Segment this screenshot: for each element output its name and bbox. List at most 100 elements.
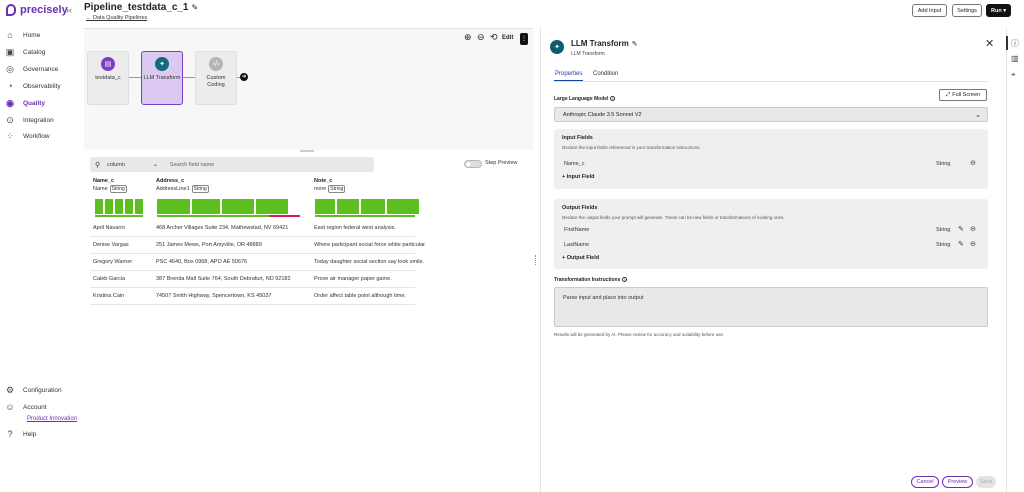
info-icon[interactable]: i: [622, 277, 628, 282]
run-button[interactable]: Run ▾: [986, 4, 1011, 17]
add-input-field-button[interactable]: + Input Field: [562, 174, 595, 180]
name-profile-bars[interactable]: [95, 199, 143, 216]
cell-name: Denise Vargas: [93, 242, 129, 248]
profile-bar[interactable]: [192, 199, 220, 214]
nav-item-help[interactable]: ? Help: [5, 429, 36, 439]
zoom-out-icon[interactable]: ⊖: [477, 32, 485, 43]
product-innovation-link[interactable]: Product Innovation: [27, 416, 77, 422]
nav-item-observability[interactable]: ◔ Observability: [5, 81, 60, 91]
edit-label[interactable]: Edit: [502, 35, 513, 41]
column-header[interactable]: Address_c: [156, 178, 184, 184]
node-custom-coding[interactable]: ‹/› Custom Coding: [195, 51, 237, 105]
profile-bar[interactable]: [387, 199, 419, 214]
add-step-icon[interactable]: ➜: [240, 73, 248, 81]
info-icon[interactable]: i: [610, 96, 616, 101]
profile-bar[interactable]: [105, 199, 113, 214]
profile-bar[interactable]: [157, 199, 190, 214]
close-icon[interactable]: ✕: [985, 37, 994, 50]
column-header[interactable]: Note_c: [314, 178, 332, 184]
edit-title-icon[interactable]: ✎: [192, 3, 199, 12]
code-icon: ‹/›: [209, 57, 223, 71]
edit-icon[interactable]: ✎: [958, 240, 964, 248]
brand-logo[interactable]: precisely: [6, 4, 68, 16]
output-field-type[interactable]: String: [936, 242, 950, 248]
add-output-field-button[interactable]: + Output Field: [562, 255, 599, 261]
column-select[interactable]: column: [107, 162, 125, 168]
step-preview-toggle[interactable]: [464, 160, 482, 168]
table-row[interactable]: Gregory Warner PSC 4640, Box 0968, APO A…: [90, 254, 424, 271]
node-llm-transform[interactable]: ✦ LLM Transform: [141, 51, 183, 105]
instructions-textarea[interactable]: Parse input and place into output: [554, 287, 988, 327]
remove-icon[interactable]: ⊖: [970, 159, 976, 167]
remove-icon[interactable]: ⊖: [970, 240, 976, 248]
field-search-bar[interactable]: ⚲ column ⌄ Search field name: [90, 157, 374, 172]
cell-address: 74507 Smith Highway, Spencertown, KS 450…: [156, 293, 272, 299]
profile-bar[interactable]: [361, 199, 385, 214]
instructions-label: Transformation Instructions i: [554, 277, 628, 283]
note-profile-bars[interactable]: [315, 199, 419, 216]
active-rail-indicator: [1006, 36, 1008, 50]
profile-bar[interactable]: [222, 199, 254, 214]
nav-item-quality[interactable]: ◉ Quality: [5, 98, 45, 108]
output-field-type[interactable]: String: [936, 227, 950, 233]
top-bar: Pipeline_testdata_c_1 ✎ ← Data Quality Pi…: [84, 0, 1024, 28]
model-select[interactable]: Anthropic Claude 3.5 Sonnet V2 ⌄: [554, 107, 988, 122]
nav-item-home[interactable]: ⌂ Home: [5, 30, 40, 40]
pipeline-canvas[interactable]: ⊕ ⊖ ⟲ Edit ⋮ ▤ testdata_c ✦ LLM Transfor…: [84, 28, 533, 150]
output-field-name[interactable]: LastName: [564, 242, 589, 248]
location-pin-icon[interactable]: ⌖: [1011, 70, 1016, 80]
active-tab-indicator: [554, 80, 583, 81]
save-button[interactable]: Save: [976, 476, 996, 488]
cancel-button[interactable]: Cancel: [911, 476, 939, 488]
breadcrumb[interactable]: ← Data Quality Pipelines: [86, 15, 147, 21]
input-field-name[interactable]: Name_c: [564, 161, 584, 167]
nav-item-workflow[interactable]: ⁘ Workflow: [5, 131, 49, 141]
profile-bar[interactable]: [125, 199, 133, 214]
column-header[interactable]: Name_c: [93, 178, 114, 184]
profile-bar[interactable]: [95, 199, 103, 214]
tab-condition[interactable]: Condition: [593, 71, 618, 77]
preview-button[interactable]: Preview: [942, 476, 973, 488]
table-row[interactable]: April Navarro 468 Archer Villages Suite …: [90, 220, 415, 237]
full-screen-label: Full Screen: [952, 92, 981, 98]
settings-button[interactable]: Settings: [952, 4, 982, 17]
collapse-nav-icon[interactable]: ›‹: [66, 5, 72, 15]
profile-bar[interactable]: [135, 199, 143, 214]
address-profile-bars[interactable]: [157, 199, 288, 216]
profile-bar[interactable]: [315, 199, 335, 214]
output-field-name[interactable]: FirstName: [564, 227, 589, 233]
node-testdata-c[interactable]: ▤ testdata_c: [87, 51, 129, 105]
full-screen-button[interactable]: ⤢ Full Screen: [939, 89, 987, 101]
reset-view-icon[interactable]: ⟲: [490, 32, 498, 43]
nav-item-configuration[interactable]: ⚙ Configuration: [5, 385, 62, 395]
cell-address: 468 Archer Villages Suite 234, Mathewsta…: [156, 225, 289, 231]
table-row[interactable]: Kristina Cain 74507 Smith Highway, Spenc…: [90, 288, 415, 305]
remove-icon[interactable]: ⊖: [970, 225, 976, 233]
profile-bar[interactable]: [256, 199, 288, 214]
input-field-type[interactable]: String: [936, 161, 950, 167]
dataset-icon: ▤: [101, 57, 115, 71]
profile-bar[interactable]: [115, 199, 123, 214]
panel-resize-handle[interactable]: [535, 255, 537, 265]
edit-icon[interactable]: ✎: [958, 225, 964, 233]
nav-item-integration[interactable]: ⊙ Integration: [5, 115, 54, 125]
profile-bar[interactable]: [337, 199, 359, 214]
zoom-in-icon[interactable]: ⊕: [464, 32, 472, 43]
chart-icon[interactable]: ▥: [1011, 54, 1019, 63]
search-input[interactable]: Search field name: [170, 162, 214, 168]
type-tag: String: [328, 185, 346, 193]
chevron-down-icon[interactable]: ⌄: [153, 161, 158, 168]
more-options-icon[interactable]: ⋮: [520, 33, 528, 45]
nav-item-account[interactable]: ☺ Account: [5, 402, 46, 412]
info-icon[interactable]: ⓘ: [1011, 38, 1019, 49]
output-fields-section: Output Fields Declare the output fields …: [554, 199, 988, 269]
nav-item-governance[interactable]: ◎ Governance: [5, 64, 58, 74]
add-input-button[interactable]: Add Input: [912, 4, 947, 17]
tab-properties[interactable]: Properties: [555, 71, 582, 77]
edit-title-icon[interactable]: ✎: [632, 41, 638, 48]
nav-item-catalog[interactable]: ▣ Catalog: [5, 47, 46, 57]
table-row[interactable]: Caleb Garcia 387 Brenda Mall Suite 764, …: [90, 271, 415, 288]
node-connector: [183, 77, 195, 78]
nav-item-label: Help: [23, 430, 37, 438]
table-row[interactable]: Denise Vargas 251 James Mews, Port Amyvi…: [90, 237, 426, 254]
